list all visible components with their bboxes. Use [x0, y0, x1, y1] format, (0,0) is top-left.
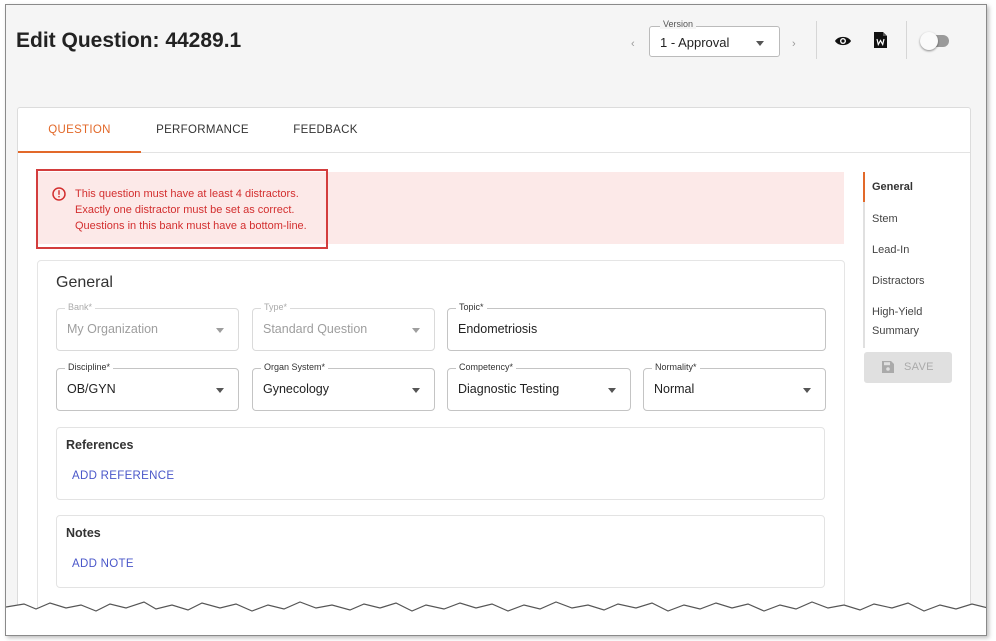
tab-bar: QUESTION PERFORMANCE FEEDBACK [18, 108, 970, 153]
section-heading: General [56, 274, 113, 291]
field-value: OB/GYN [67, 382, 116, 396]
section-nav-indicator [863, 172, 865, 202]
field-value: Standard Question [263, 322, 368, 336]
field-label: Topic* [456, 302, 487, 312]
word-document-icon[interactable] [874, 32, 887, 53]
divider [906, 21, 907, 59]
chevron-down-icon [216, 388, 224, 393]
save-label: SAVE [904, 361, 934, 373]
chevron-down-icon [608, 388, 616, 393]
editor-card: QUESTION PERFORMANCE FEEDBACK This quest… [17, 107, 971, 635]
normality-select[interactable]: Normality* Normal [643, 362, 826, 411]
tab-feedback[interactable]: FEEDBACK [264, 108, 387, 153]
nav-item-summary[interactable]: Summary [872, 325, 919, 337]
competency-select[interactable]: Competency* Diagnostic Testing [447, 362, 631, 411]
add-reference-button[interactable]: ADD REFERENCE [72, 470, 174, 482]
version-label: Version [660, 19, 697, 29]
field-label: Normality* [652, 362, 700, 372]
next-version-arrow-icon[interactable]: › [792, 38, 796, 50]
save-button[interactable]: SAVE [864, 352, 952, 383]
field-label: Type* [261, 302, 291, 312]
chevron-down-icon [756, 41, 764, 46]
nav-item-lead-in[interactable]: Lead-In [872, 244, 909, 256]
tab-question[interactable]: QUESTION [18, 108, 141, 153]
page-title: Edit Question: 44289.1 [16, 29, 242, 52]
tab-performance[interactable]: PERFORMANCE [141, 108, 264, 153]
field-value: My Organization [67, 322, 159, 336]
field-value: Endometriosis [458, 322, 538, 336]
field-value: Normal [654, 382, 695, 396]
field-label: Organ System* [261, 362, 329, 372]
version-value: 1 - Approval [660, 35, 730, 50]
notes-panel: Notes ADD NOTE [56, 515, 825, 588]
torn-edge-decoration [6, 601, 986, 635]
notes-heading: Notes [66, 526, 101, 540]
nav-item-stem[interactable]: Stem [872, 213, 898, 225]
general-section: General Bank* My Organization Type* Stan… [37, 260, 845, 635]
app-window: Edit Question: 44289.1 ‹ Version 1 - App… [5, 4, 987, 636]
organ-system-select[interactable]: Organ System* Gynecology [252, 362, 435, 411]
toggle-knob [920, 32, 938, 50]
error-highlight-box [36, 169, 328, 249]
nav-item-general[interactable]: General [872, 181, 913, 193]
field-label: Discipline* [65, 362, 114, 372]
field-label: Competency* [456, 362, 517, 372]
chevron-down-icon [803, 388, 811, 393]
discipline-select[interactable]: Discipline* OB/GYN [56, 362, 239, 411]
eye-icon[interactable] [834, 34, 852, 52]
chevron-down-icon [216, 328, 224, 333]
chevron-down-icon [412, 388, 420, 393]
add-note-button[interactable]: ADD NOTE [72, 558, 134, 570]
toggle-switch[interactable] [920, 32, 949, 50]
save-icon [882, 361, 894, 376]
divider [816, 21, 817, 59]
references-heading: References [66, 438, 134, 452]
field-value: Gynecology [263, 382, 330, 396]
field-label: Bank* [65, 302, 96, 312]
previous-version-arrow-icon[interactable]: ‹ [631, 38, 635, 50]
type-select: Type* Standard Question [252, 302, 435, 351]
nav-item-distractors[interactable]: Distractors [872, 275, 925, 287]
nav-item-high-yield[interactable]: High-Yield [872, 306, 922, 318]
chevron-down-icon [412, 328, 420, 333]
references-panel: References ADD REFERENCE [56, 427, 825, 500]
topic-input[interactable]: Topic* Endometriosis [447, 302, 826, 351]
version-select[interactable]: Version 1 - Approval [649, 19, 780, 57]
field-value: Diagnostic Testing [458, 382, 560, 396]
bank-select: Bank* My Organization [56, 302, 239, 351]
